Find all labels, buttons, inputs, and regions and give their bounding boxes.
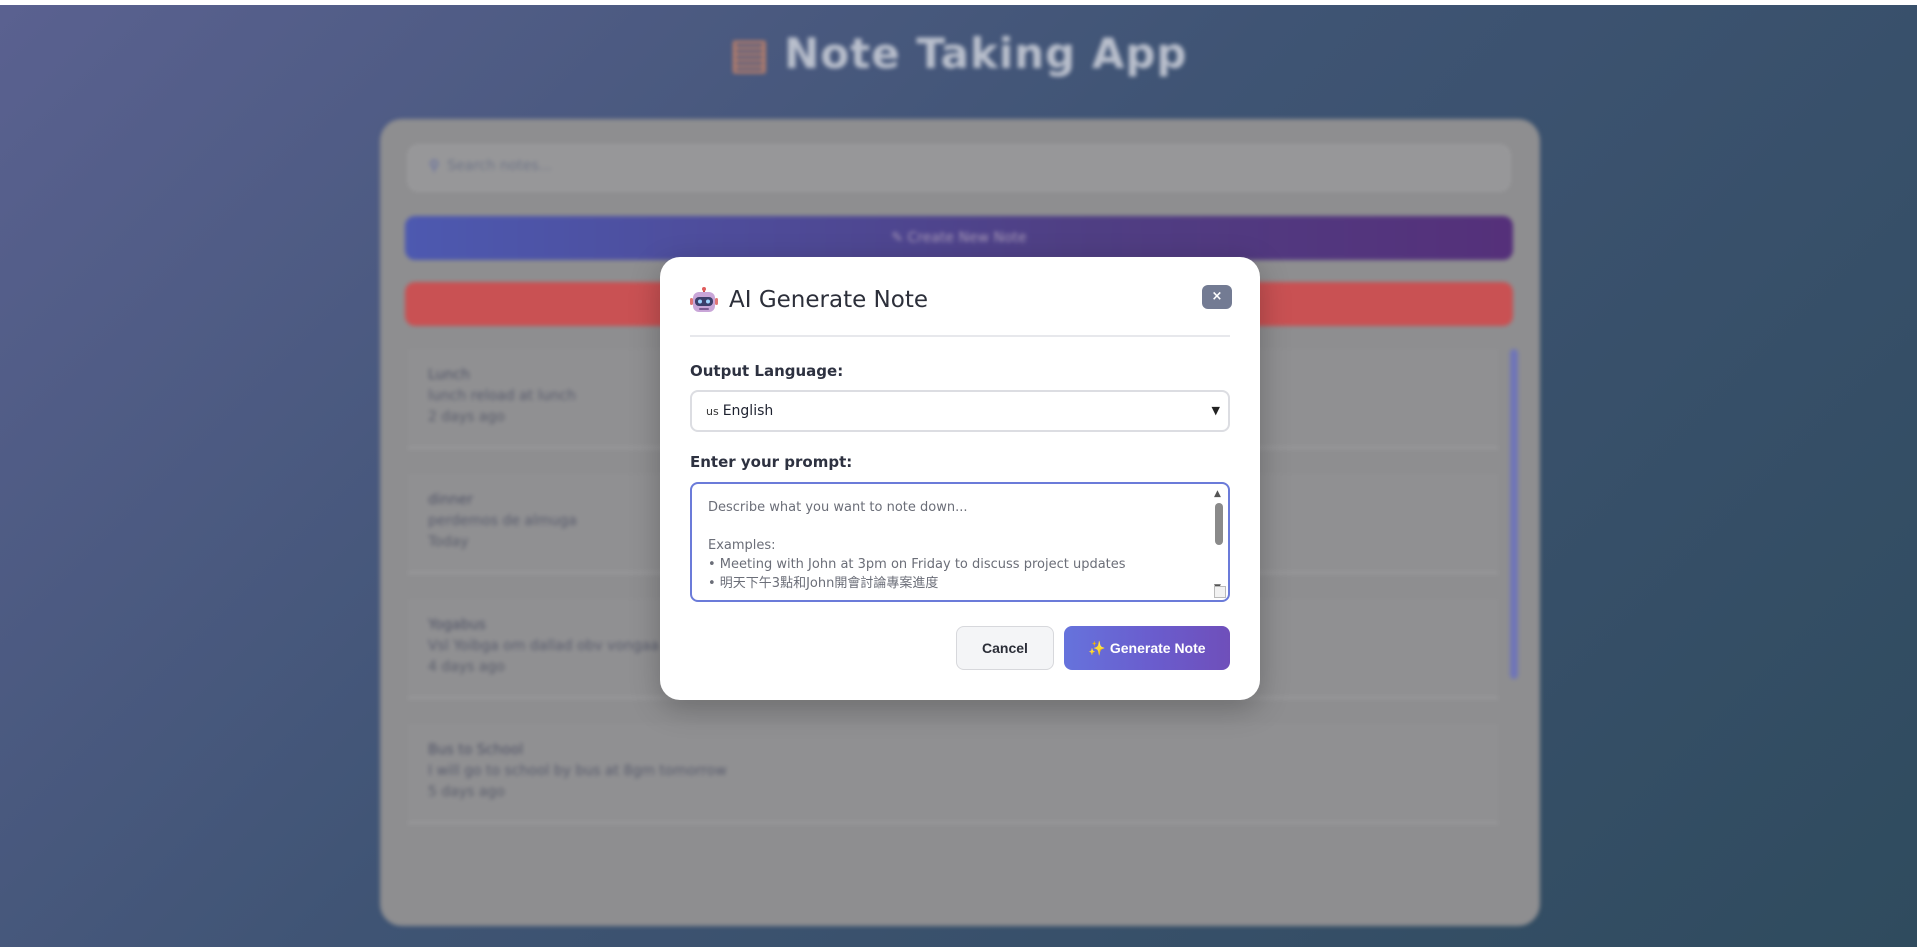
placeholder-line [708, 517, 1212, 536]
sparkles-icon: ✨ [1088, 640, 1106, 656]
resize-handle-icon[interactable] [1214, 586, 1226, 598]
modal-overlay[interactable]: AI Generate Note × Output Language: us En… [0, 0, 1917, 947]
chevron-down-icon: ▼ [1211, 404, 1220, 417]
placeholder-line: Examples: [708, 538, 776, 553]
textarea-scrollbar[interactable]: ▲ ▼ [1213, 487, 1225, 595]
prompt-label: Enter your prompt: [690, 453, 853, 471]
placeholder-line: Describe what you want to note down... [708, 500, 968, 515]
language-label: Output Language: [690, 362, 844, 380]
generate-note-button[interactable]: ✨ Generate Note [1064, 626, 1230, 670]
prompt-textarea[interactable]: Describe what you want to note down... E… [690, 482, 1230, 602]
robot-icon [690, 287, 718, 312]
cancel-button[interactable]: Cancel [956, 626, 1054, 670]
placeholder-line: • Meeting with John at 3pm on Friday to … [708, 557, 1126, 572]
generate-note-label: Generate Note [1109, 640, 1206, 656]
modal-title: AI Generate Note [729, 287, 929, 313]
scrollbar-thumb[interactable] [1215, 503, 1223, 545]
scroll-up-icon[interactable]: ▲ [1214, 489, 1221, 499]
modal-header: AI Generate Note × [690, 285, 1232, 337]
language-select[interactable]: us English ▼ [690, 390, 1230, 432]
close-button[interactable]: × [1202, 285, 1232, 309]
placeholder-line: • 明天下午3點和John開會討論專案進度 [708, 576, 939, 591]
language-value: English [722, 403, 774, 419]
flag-icon: us [706, 405, 719, 418]
ai-generate-modal: AI Generate Note × Output Language: us En… [660, 257, 1260, 700]
